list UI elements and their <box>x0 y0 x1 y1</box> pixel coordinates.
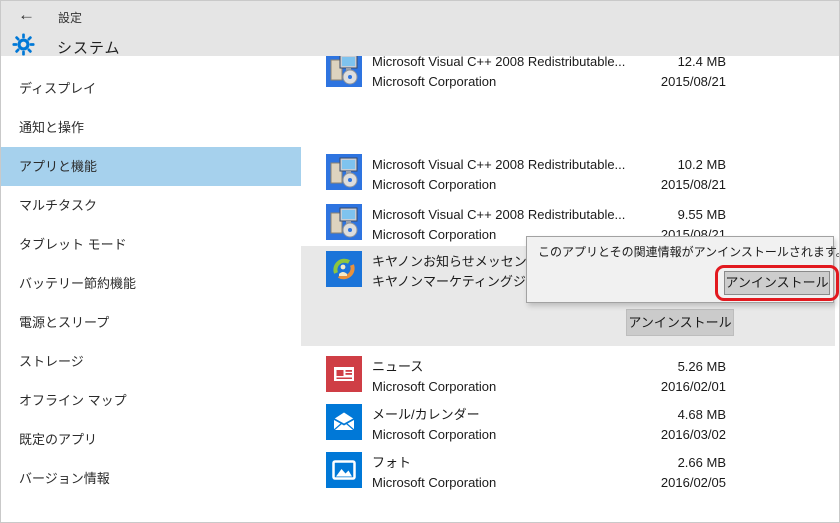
sidebar-item-display[interactable]: ディスプレイ <box>1 69 301 108</box>
app-date: 2016/02/01 <box>661 377 726 397</box>
app-size: 9.55 MB <box>661 205 726 225</box>
sidebar-item-battery-saver[interactable]: バッテリー節約機能 <box>1 264 301 303</box>
app-publisher: Microsoft Corporation <box>372 473 496 493</box>
app-name: Microsoft Visual C++ 2008 Redistributabl… <box>372 205 625 225</box>
apps-list: Microsoft Visual C++ 2008 Redistributabl… <box>301 1 839 522</box>
app-publisher: Microsoft Corporation <box>372 377 496 397</box>
app-row[interactable]: メール/カレンダー Microsoft Corporation 4.68 MB … <box>301 404 839 448</box>
header: ← 設定 システム <box>1 1 839 56</box>
app-size: 10.2 MB <box>661 155 726 175</box>
app-publisher: Microsoft Corporation <box>372 175 625 195</box>
app-size: 2.66 MB <box>661 453 726 473</box>
app-row[interactable]: Microsoft Visual C++ 2008 Redistributabl… <box>301 51 839 95</box>
app-date: 2015/08/21 <box>661 72 726 92</box>
news-icon <box>326 356 362 392</box>
confirm-uninstall-button[interactable]: アンインストール <box>724 271 830 295</box>
vc-installer-icon <box>326 154 362 190</box>
sidebar-item-power-sleep[interactable]: 電源とスリープ <box>1 303 301 342</box>
canon-messenger-icon <box>326 251 362 287</box>
app-publisher: Microsoft Corporation <box>372 72 625 92</box>
sidebar-item-notifications[interactable]: 通知と操作 <box>1 108 301 147</box>
vc-installer-icon <box>326 204 362 240</box>
photos-icon <box>326 452 362 488</box>
sidebar-item-apps-features[interactable]: アプリと機能 <box>1 147 301 186</box>
uninstall-button[interactable]: アンインストール <box>626 309 734 336</box>
app-size: 5.26 MB <box>661 357 726 377</box>
sidebar-item-multitasking[interactable]: マルチタスク <box>1 186 301 225</box>
app-row[interactable]: ニュース Microsoft Corporation 5.26 MB 2016/… <box>301 356 839 400</box>
settings-window: Microsoft Visual C++ 2008 Redistributabl… <box>0 0 840 523</box>
settings-gear-icon <box>12 33 35 56</box>
mail-icon <box>326 404 362 440</box>
sidebar-nav: ディスプレイ 通知と操作 アプリと機能 マルチタスク タブレット モード バッテ… <box>1 56 301 522</box>
sidebar-item-about[interactable]: バージョン情報 <box>1 459 301 498</box>
app-publisher: Microsoft Corporation <box>372 425 496 445</box>
sidebar-item-tablet-mode[interactable]: タブレット モード <box>1 225 301 264</box>
app-name: メール/カレンダー <box>372 405 496 425</box>
app-row[interactable]: Microsoft Visual C++ 2008 Redistributabl… <box>301 154 839 198</box>
app-name: Microsoft Visual C++ 2008 Redistributabl… <box>372 155 625 175</box>
page-title: システム <box>57 37 121 58</box>
sidebar-item-offline-maps[interactable]: オフライン マップ <box>1 381 301 420</box>
app-date: 2016/03/02 <box>661 425 726 445</box>
settings-app-title: 設定 <box>58 9 82 26</box>
app-date: 2015/08/21 <box>661 175 726 195</box>
uninstall-confirm-message: このアプリとその関連情報がアンインストールされます。 <box>527 237 833 260</box>
vc-installer-icon <box>326 51 362 87</box>
app-name: ニュース <box>372 357 496 377</box>
app-date: 2016/02/05 <box>661 473 726 493</box>
app-row[interactable]: フォト Microsoft Corporation 2.66 MB 2016/0… <box>301 452 839 496</box>
app-name: フォト <box>372 453 496 473</box>
sidebar-item-storage[interactable]: ストレージ <box>1 342 301 381</box>
sidebar-item-default-apps[interactable]: 既定のアプリ <box>1 420 301 459</box>
uninstall-confirm-popup: このアプリとその関連情報がアンインストールされます。 アンインストール <box>526 236 834 303</box>
back-arrow-icon[interactable]: ← <box>18 5 35 25</box>
app-size: 4.68 MB <box>661 405 726 425</box>
